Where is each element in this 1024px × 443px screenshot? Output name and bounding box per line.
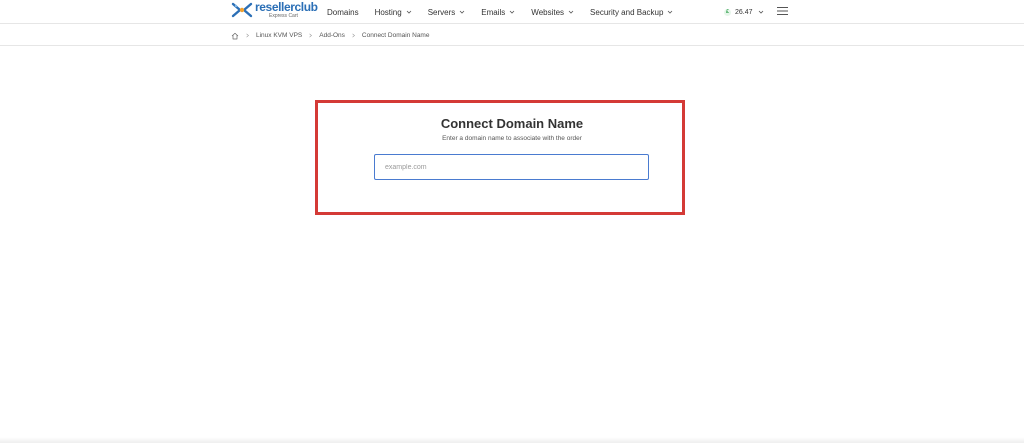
- nav-item-label: Emails: [481, 7, 506, 17]
- nav-item-servers[interactable]: Servers: [428, 8, 466, 17]
- breadcrumb-item-current: Connect Domain Name: [361, 32, 430, 39]
- breadcrumb-item-linux-kvm-vps[interactable]: Linux KVM VPS: [256, 32, 302, 39]
- nav-item-label: Security and Backup: [590, 7, 664, 17]
- breadcrumb: Linux KVM VPS Add-Ons Connect Domain Nam…: [231, 25, 429, 46]
- currency-icon: £: [724, 8, 731, 16]
- nav-item-label: Hosting: [374, 7, 402, 17]
- hamburger-icon[interactable]: [777, 6, 788, 16]
- top-navigation-bar: resellerclub Express Cart Domains Hostin…: [0, 0, 1024, 24]
- nav-item-security-and-backup[interactable]: Security and Backup: [590, 8, 673, 17]
- chevron-down-icon: [509, 10, 515, 14]
- nav-item-websites[interactable]: Websites: [531, 8, 574, 17]
- chevron-down-icon: [568, 10, 574, 14]
- main-nav: Domains Hosting Servers Emails Websites …: [327, 0, 673, 24]
- page-bottom-edge: [0, 437, 1024, 443]
- page-title: Connect Domain Name: [440, 116, 584, 131]
- breadcrumb-item-add-ons[interactable]: Add-Ons: [319, 32, 345, 39]
- chevron-right-icon: [246, 33, 249, 38]
- chevron-right-icon: [352, 33, 355, 38]
- balance-amount: 26.47: [735, 8, 753, 16]
- brand-logo[interactable]: resellerclub Express Cart: [231, 1, 318, 23]
- nav-item-hosting[interactable]: Hosting: [375, 8, 412, 17]
- domain-name-input[interactable]: [374, 154, 649, 180]
- breadcrumb-bar: Linux KVM VPS Add-Ons Connect Domain Nam…: [0, 25, 1024, 46]
- page-subtitle: Enter a domain name to associate with th…: [442, 135, 582, 142]
- brand-name: resellerclub: [255, 0, 318, 14]
- nav-item-label: Websites: [531, 7, 565, 17]
- chevron-down-icon: [758, 10, 763, 14]
- chevron-down-icon: [668, 10, 673, 14]
- chevron-right-icon: [309, 33, 313, 38]
- nav-item-emails[interactable]: Emails: [481, 8, 515, 17]
- resellerclub-logo-icon: [231, 2, 253, 18]
- brand-tagline: Express Cart: [269, 13, 298, 19]
- nav-item-label: Servers: [427, 7, 456, 17]
- nav-item-label: Domains: [327, 7, 359, 17]
- nav-item-domains[interactable]: Domains: [327, 8, 359, 17]
- home-icon[interactable]: [231, 32, 239, 40]
- chevron-down-icon: [459, 10, 465, 14]
- chevron-down-icon: [406, 10, 411, 14]
- account-balance-dropdown[interactable]: £ 26.47: [724, 0, 764, 24]
